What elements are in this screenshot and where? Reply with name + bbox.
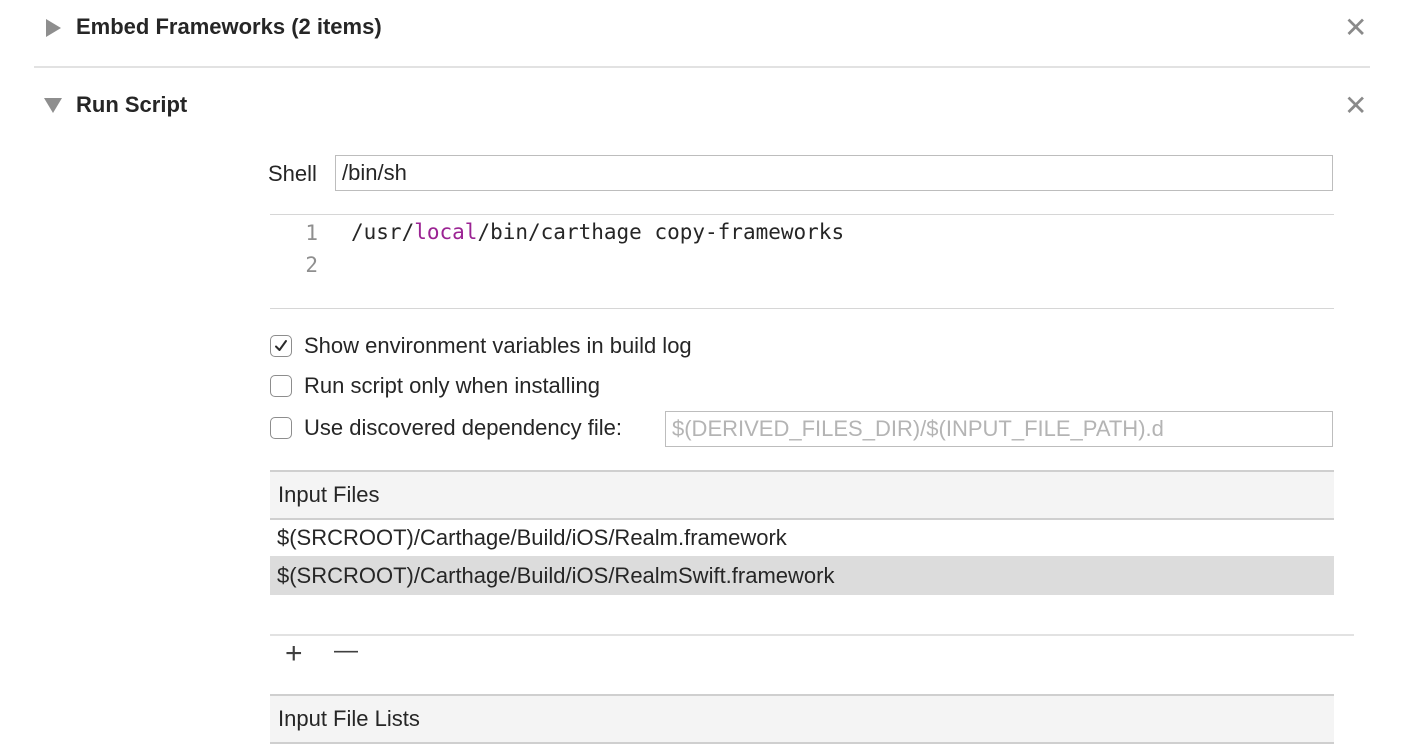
table-footer-divider — [270, 634, 1354, 636]
script-path-suffix: /bin/carthage copy-frameworks — [477, 220, 845, 244]
script-line-1[interactable]: /usr/local/bin/carthage copy-frameworks — [351, 220, 844, 244]
shell-value: /bin/sh — [342, 160, 407, 185]
script-path-prefix: /usr/ — [351, 220, 415, 244]
input-file-lists-header-label: Input File Lists — [278, 706, 420, 731]
disclosure-triangle-down-icon[interactable] — [44, 98, 62, 113]
input-file-lists-header: Input File Lists — [270, 694, 1334, 744]
line-number-1: 1 — [305, 221, 318, 245]
shell-label: Shell — [268, 161, 317, 186]
remove-input-file-button[interactable]: — — [334, 639, 358, 663]
input-file-row-selected[interactable]: $(SRCROOT)/Carthage/Build/iOS/RealmSwift… — [270, 556, 1334, 595]
show-env-vars-checkbox[interactable] — [270, 335, 292, 357]
add-input-file-button[interactable]: + — [285, 639, 303, 669]
input-file-path: $(SRCROOT)/Carthage/Build/iOS/RealmSwift… — [277, 562, 835, 588]
embed-frameworks-title[interactable]: Embed Frameworks (2 items) — [76, 14, 382, 40]
input-file-path: $(SRCROOT)/Carthage/Build/iOS/Realm.fram… — [277, 525, 787, 550]
run-only-installing-checkbox[interactable] — [270, 375, 292, 397]
script-keyword: local — [414, 220, 478, 244]
input-files-header: Input Files — [270, 470, 1334, 520]
dependency-file-checkbox[interactable] — [270, 417, 292, 439]
disclosure-triangle-right-icon[interactable] — [46, 19, 61, 37]
line-number-2: 2 — [305, 253, 318, 277]
input-files-header-label: Input Files — [278, 482, 380, 507]
run-only-installing-label[interactable]: Run script only when installing — [304, 373, 600, 399]
close-icon[interactable]: ✕ — [1344, 92, 1367, 120]
input-file-row[interactable]: $(SRCROOT)/Carthage/Build/iOS/Realm.fram… — [270, 520, 1334, 556]
run-script-title[interactable]: Run Script — [76, 92, 187, 118]
dependency-file-label[interactable]: Use discovered dependency file: — [304, 415, 622, 441]
close-icon[interactable]: ✕ — [1344, 14, 1367, 42]
show-env-vars-label[interactable]: Show environment variables in build log — [304, 333, 692, 359]
script-editor[interactable]: 1 2 /usr/local/bin/carthage copy-framewo… — [270, 215, 1334, 308]
checkmark-icon — [275, 340, 287, 351]
editor-bottom-border — [270, 308, 1334, 309]
shell-input[interactable]: /bin/sh — [335, 155, 1333, 191]
phase-divider — [34, 66, 1370, 68]
dependency-file-placeholder: $(DERIVED_FILES_DIR)/$(INPUT_FILE_PATH).… — [672, 416, 1164, 441]
dependency-file-input[interactable]: $(DERIVED_FILES_DIR)/$(INPUT_FILE_PATH).… — [665, 411, 1333, 447]
